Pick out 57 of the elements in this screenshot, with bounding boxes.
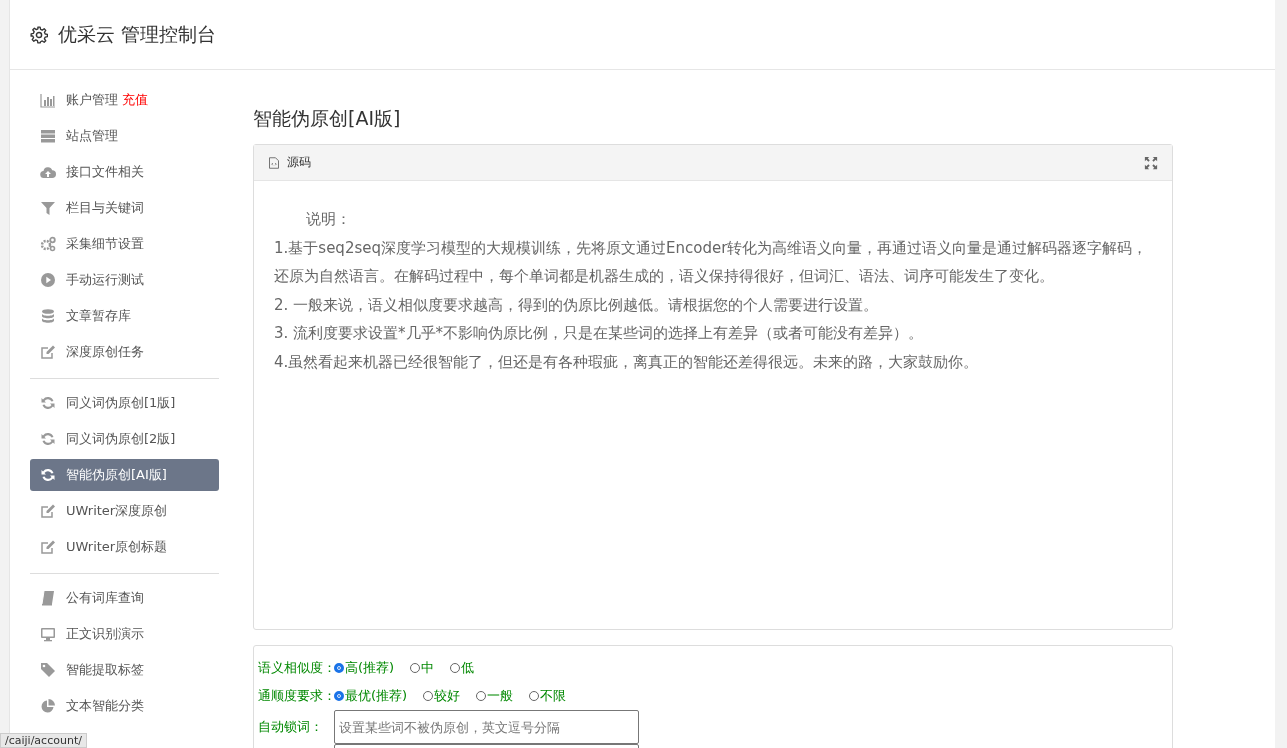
sidebar-item[interactable]: 同义词伪原创[2版]: [30, 423, 219, 455]
sidebar-item[interactable]: 文章暂存库: [30, 300, 219, 332]
paragraph: 1.基于seq2seq深度学习模型的大规模训练，先将原文通过Encoder转化为高维语义向量，再通过语义向量是通过解码器逐字解码，还原为自然语言。在解码过程中，每个单词都是机器生成的，语义保持得很好，但词汇、语法、词序可能发生了变化。: [274, 237, 1149, 287]
sidebar-item[interactable]: 正文识别演示: [30, 618, 219, 650]
play-circle-icon: [40, 272, 56, 288]
field-label: 语义相似度：: [258, 659, 334, 677]
sidebar-item[interactable]: 账户管理 充值: [30, 84, 219, 116]
sidebar-item[interactable]: 采集细节设置: [30, 228, 219, 260]
radio-option[interactable]: 高(推荐): [334, 659, 395, 677]
app-title: 优采云 管理控制台: [58, 21, 217, 47]
sidebar-item[interactable]: 栏目与关键词: [30, 192, 219, 224]
book-icon: [40, 590, 56, 606]
fullscreen-button[interactable]: [1144, 155, 1158, 170]
sidebar-item[interactable]: 同义词伪原创[1版]: [30, 387, 219, 419]
sidebar-item[interactable]: 手动运行测试: [30, 264, 219, 296]
radio-option[interactable]: 最优(推荐): [334, 687, 408, 705]
expand-icon: [1144, 155, 1158, 170]
sidebar-item[interactable]: 智能伪原创[AI版]: [30, 459, 219, 491]
text-field[interactable]: 设置某些词不被伪原创，英文逗号分隔: [334, 710, 639, 744]
paragraph: 4.虽然看起来机器已经很智能了，但还是有各种瑕疵，离真正的智能还差得很远。未来的路，大家鼓励你。: [274, 351, 980, 373]
edit-icon: [40, 344, 56, 360]
sidebar-item[interactable]: 深度原创任务: [30, 336, 219, 368]
field-label: 自动锁词：: [258, 718, 324, 736]
tag-icon: [40, 662, 56, 678]
sidebar-item[interactable]: 公有词库查询: [30, 582, 219, 614]
sidebar-item[interactable]: 文本智能分类: [30, 690, 219, 722]
sidebar-item[interactable]: UWriter深度原创: [30, 495, 219, 527]
settings-icon: [30, 25, 48, 44]
status-url: /caiji/account/: [0, 733, 87, 748]
filter-icon: [40, 200, 56, 216]
field-label: 通顺度要求：: [258, 687, 334, 705]
sidebar-item[interactable]: 接口文件相关: [30, 156, 219, 188]
bar-chart-icon: [40, 92, 56, 108]
paragraph: 2. 一般来说，语义相似度要求越高，得到的伪原比例越低。请根据您的个人需要进行设置。: [274, 294, 880, 316]
radio-option[interactable]: 一般: [476, 687, 514, 705]
database-icon: [40, 308, 56, 324]
edit-icon: [40, 539, 56, 555]
pie-chart-icon: [40, 698, 56, 714]
page-title: 智能伪原创[AI版]: [253, 106, 402, 131]
server-icon: [40, 128, 56, 144]
refresh-icon: [40, 431, 56, 447]
code-file-icon: [268, 155, 280, 170]
refresh-icon: [40, 467, 56, 483]
sidebar-item[interactable]: 站点管理: [30, 120, 219, 152]
sidebar-item[interactable]: UWriter原创标题: [30, 531, 219, 563]
radio-option[interactable]: 低: [450, 659, 475, 677]
edit-icon: [40, 503, 56, 519]
heading-text: 说明：: [305, 209, 352, 230]
refresh-icon: [40, 395, 56, 411]
sidebar-item[interactable]: 智能提取标签: [30, 654, 219, 686]
paragraph: 3. 流利度要求设置*几乎*不影响伪原比例，只是在某些词的选择上有差异（或者可能没有差异）。: [274, 323, 925, 344]
radio-option[interactable]: 较好: [423, 687, 461, 705]
cloud-upload-icon: [40, 164, 56, 180]
source-button[interactable]: 源码: [268, 154, 311, 171]
radio-option[interactable]: 中: [410, 659, 435, 677]
radio-option[interactable]: 不限: [529, 687, 567, 705]
monitor-icon: [40, 626, 56, 642]
